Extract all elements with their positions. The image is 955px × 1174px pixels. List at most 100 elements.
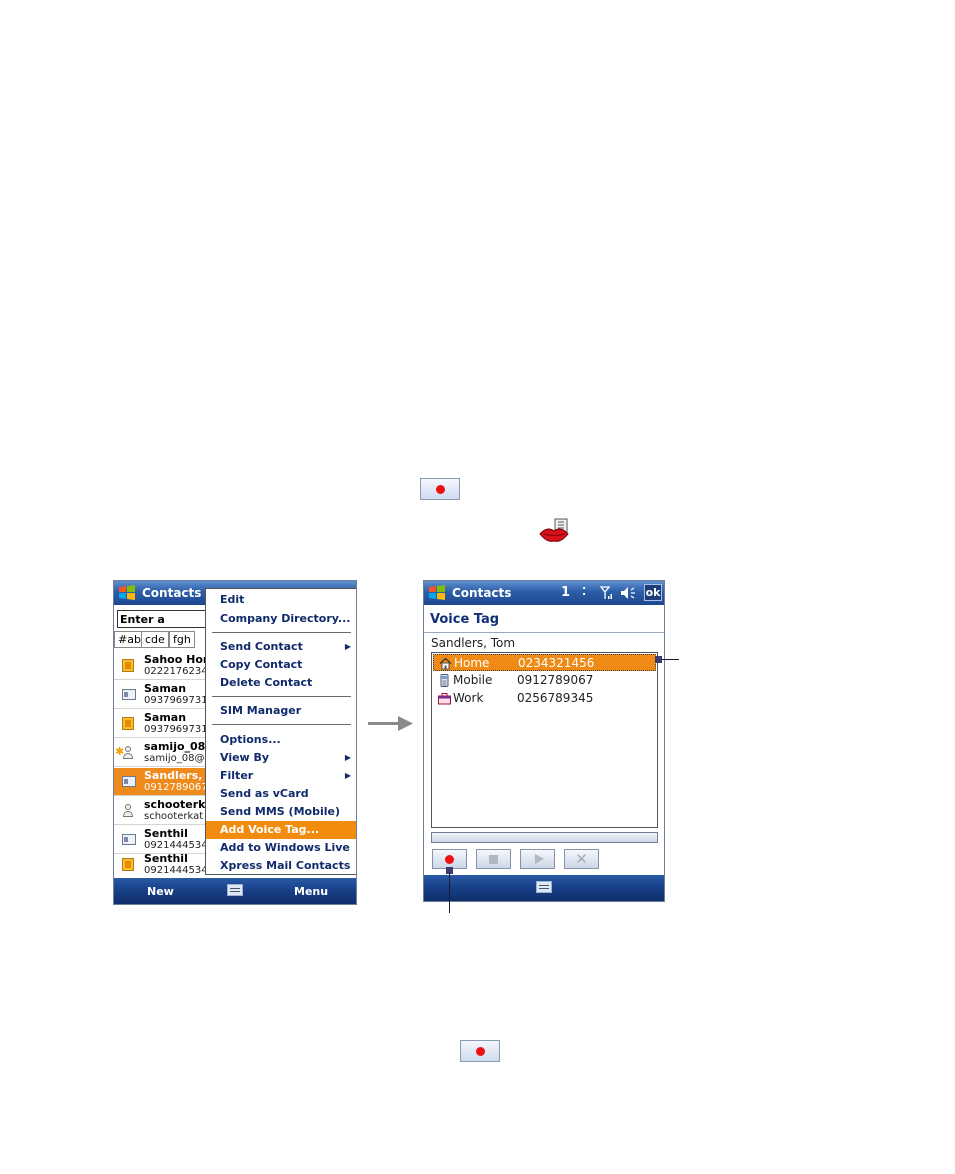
contact-name: Senthil — [144, 852, 188, 865]
menu-item-delete-contact[interactable]: Delete Contact — [206, 674, 356, 692]
windows-start-icon[interactable] — [428, 584, 446, 602]
notification-count[interactable]: 1 — [561, 585, 570, 600]
stop-icon — [489, 854, 498, 864]
contact-name: schooterka — [144, 798, 213, 811]
buddy-icon — [122, 804, 134, 817]
number-label: Work — [453, 691, 484, 705]
mobile-phone-icon — [440, 674, 449, 687]
menu-item-edit[interactable]: Edit — [206, 591, 356, 609]
menu-item-send-contact[interactable]: Send Contact ▶ — [206, 638, 356, 656]
keyboard-icon[interactable] — [227, 884, 243, 896]
lips-voice-icon — [539, 518, 569, 542]
soft-key-bar — [424, 875, 664, 901]
speaker-icon[interactable] — [620, 586, 636, 600]
number-value: 0256789345 — [517, 691, 594, 705]
right-arrow-icon — [368, 716, 413, 731]
callout-line-record — [449, 873, 450, 913]
number-row-work[interactable]: Work 0256789345 — [433, 690, 656, 707]
record-button[interactable] — [432, 849, 467, 869]
sim-card-icon — [122, 858, 134, 871]
menu-item-copy-contact[interactable]: Copy Contact — [206, 656, 356, 674]
menu-item-label: View By — [220, 751, 270, 764]
contact-detail: 0937969731 — [144, 724, 208, 735]
contacts-screen-left: Contacts Enter a name... #ab cde fgh Sah… — [113, 580, 357, 905]
contact-name: Saman — [144, 711, 187, 724]
ok-button[interactable]: ok — [644, 584, 662, 601]
contact-detail: 0937969731 — [144, 695, 208, 706]
page-title: Voice Tag — [430, 612, 500, 627]
submenu-arrow-icon: ▶ — [344, 771, 351, 780]
contact-name: Sandlers, T — [144, 769, 214, 782]
connectivity-icon[interactable]: ⁚ — [582, 585, 586, 598]
record-button-sample-bottom — [460, 1040, 500, 1062]
new-softkey[interactable]: New — [147, 885, 174, 898]
number-row-home[interactable]: Home 0234321456 — [433, 654, 656, 671]
contact-detail: 0912789067 — [144, 782, 208, 793]
sim-card-icon — [122, 717, 134, 730]
menu-item-company-directory[interactable]: Company Directory... — [206, 610, 356, 628]
menu-softkey[interactable]: Menu — [294, 885, 328, 898]
menu-separator — [212, 724, 351, 725]
menu-item-add-windows-live[interactable]: Add to Windows Live — [206, 839, 356, 857]
record-dot-icon — [445, 854, 454, 864]
submenu-arrow-icon: ▶ — [344, 753, 351, 762]
contact-name: Sahoo Hon — [144, 653, 211, 666]
contact-card-icon — [122, 776, 136, 787]
keyboard-icon[interactable] — [536, 881, 552, 893]
number-row-mobile[interactable]: Mobile 0912789067 — [433, 672, 656, 689]
delete-button[interactable]: ✕ — [564, 849, 599, 869]
buddy-icon — [122, 746, 134, 759]
contact-name: Sandlers, Tom — [431, 636, 516, 650]
menu-item-view-by[interactable]: View By ▶ — [206, 749, 356, 767]
number-value: 0912789067 — [517, 673, 594, 687]
menu-separator — [212, 696, 351, 697]
play-icon — [534, 854, 544, 864]
stop-button[interactable] — [476, 849, 511, 869]
tab-fgh[interactable]: fgh — [169, 631, 195, 648]
menu-item-label: Filter — [220, 769, 254, 782]
record-dot-icon — [435, 484, 445, 494]
contact-card-icon — [122, 834, 136, 845]
submenu-arrow-icon: ▶ — [344, 642, 351, 651]
contact-detail: samijo_08@ — [144, 753, 205, 764]
play-button[interactable] — [520, 849, 555, 869]
number-value: 0234321456 — [518, 656, 595, 670]
record-dot-icon — [475, 1046, 485, 1056]
delete-x-icon: ✕ — [575, 850, 588, 868]
phone-number-list: Home 0234321456 Mobile 0912789067 Work 0… — [431, 652, 658, 828]
menu-item-options[interactable]: Options... — [206, 731, 356, 749]
record-button-sample — [420, 478, 460, 500]
search-input[interactable]: Enter a name... — [117, 610, 213, 644]
contact-detail: schooterkat — [144, 811, 204, 822]
tab-cde[interactable]: cde — [141, 631, 169, 648]
header-divider — [424, 632, 664, 633]
home-icon — [439, 657, 452, 670]
contact-name: Senthil — [144, 827, 188, 840]
menu-item-add-voice-tag[interactable]: Add Voice Tag... — [206, 821, 356, 839]
menu-item-label: Send Contact — [220, 640, 303, 653]
contact-detail: 0921444534 — [144, 865, 208, 876]
sim-card-icon — [122, 659, 134, 672]
menu-item-send-vcard[interactable]: Send as vCard — [206, 785, 356, 803]
menu-item-filter[interactable]: Filter ▶ — [206, 767, 356, 785]
number-label: Home — [454, 656, 490, 670]
windows-start-icon[interactable] — [118, 584, 136, 602]
app-title: Contacts — [452, 586, 512, 600]
title-bar: Contacts 1 ⁚ ok — [424, 581, 664, 605]
signal-icon[interactable] — [600, 586, 614, 600]
contact-name: samijo_08 — [144, 740, 206, 753]
contact-detail: 0921444534 — [144, 840, 208, 851]
context-menu: Edit Company Directory... Send Contact ▶… — [205, 588, 356, 875]
callout-line-number — [661, 659, 679, 660]
work-briefcase-icon — [438, 693, 451, 705]
app-title: Contacts — [142, 586, 202, 600]
menu-item-sim-manager[interactable]: SIM Manager — [206, 702, 356, 720]
menu-item-send-mms[interactable]: Send MMS (Mobile) — [206, 803, 356, 821]
contact-detail: 0222176234 — [144, 666, 208, 677]
soft-key-bar: New Menu — [114, 878, 356, 904]
contact-name: Saman — [144, 682, 187, 695]
voice-tag-screen-right: Contacts 1 ⁚ ok Voice Tag Sandlers, Tom … — [423, 580, 665, 902]
recording-progress-bar — [431, 832, 658, 843]
menu-item-xpress-mail[interactable]: Xpress Mail Contacts — [206, 857, 356, 875]
number-label: Mobile — [453, 673, 493, 687]
